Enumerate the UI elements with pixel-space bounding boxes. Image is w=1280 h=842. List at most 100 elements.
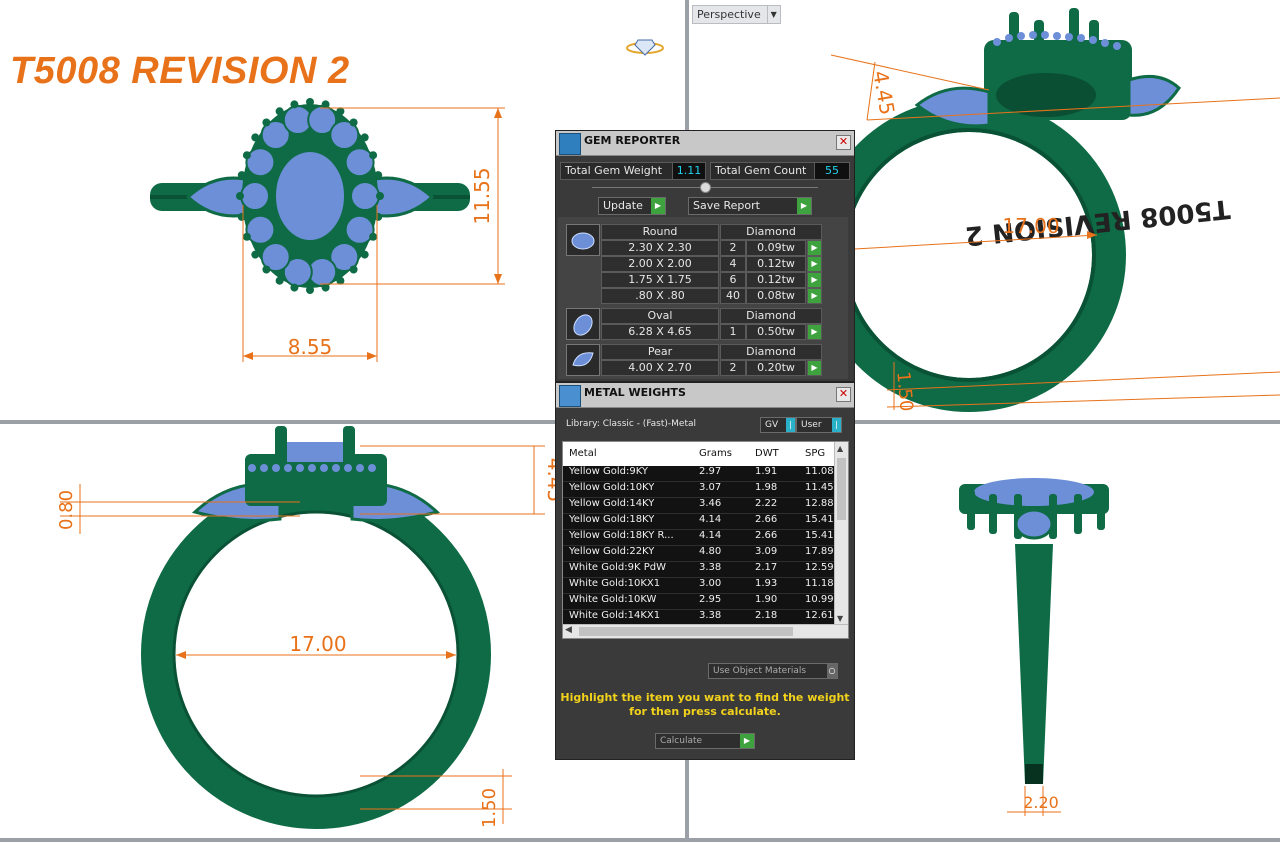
close-icon[interactable]: ✕ <box>836 387 851 402</box>
table-cell: 3.38 <box>699 562 722 573</box>
center-oval-stone <box>272 148 348 244</box>
prong <box>349 265 358 274</box>
table-row[interactable]: Yellow Gold:22KY 4.80 3.09 17.89 <box>563 546 835 562</box>
table-cell: 2.95 <box>699 594 722 605</box>
prong <box>242 232 251 241</box>
table-row[interactable]: Yellow Gold:9KY 2.97 1.91 11.08 <box>563 466 835 482</box>
metal-weights-titlebar[interactable]: METAL WEIGHTS ✕ <box>556 383 854 408</box>
table-cell: Yellow Gold:9KY <box>569 466 648 477</box>
table-row[interactable]: White Gold:10KW 2.95 1.90 10.99 <box>563 594 835 610</box>
column-header[interactable]: Metal <box>569 448 597 459</box>
column-header[interactable]: SPG <box>805 448 825 459</box>
table-header: Metal Grams DWT SPG <box>563 442 835 466</box>
gem-count: 40 <box>720 288 746 304</box>
diamond-ring-icon <box>626 39 664 56</box>
view-mode-dropdown[interactable]: Perspective ▼ <box>692 5 781 24</box>
gv-toggle[interactable]: GV | <box>760 417 796 433</box>
halo-stone <box>344 214 375 245</box>
table-row[interactable]: Yellow Gold:18KY R... 4.14 2.66 15.41 <box>563 530 835 546</box>
gem-count: 4 <box>720 256 746 272</box>
prong <box>275 276 284 285</box>
table-cell: 1.90 <box>755 594 778 605</box>
play-icon[interactable]: ▶ <box>807 272 822 288</box>
viewport-border-bottom <box>0 838 1280 842</box>
scrollbar-thumb[interactable] <box>579 627 793 636</box>
gem-size: .80 X .80 <box>601 288 719 304</box>
play-icon[interactable]: ▶ <box>807 324 822 340</box>
table-cell: 2.66 <box>755 514 778 525</box>
gem-weight: 0.09tw <box>746 240 806 256</box>
update-button[interactable]: Update ▶ <box>598 197 666 215</box>
halo-stone <box>344 147 375 178</box>
gem-size: 4.00 X 2.70 <box>601 360 719 376</box>
metal-weights-title: METAL WEIGHTS <box>584 386 686 399</box>
update-button-label: Update <box>603 199 643 212</box>
play-icon[interactable]: ▶ <box>807 360 822 376</box>
table-row[interactable]: Yellow Gold:18KY 4.14 2.66 15.41 <box>563 514 835 530</box>
table-cell: 3.07 <box>699 482 722 493</box>
play-icon[interactable]: ▶ <box>807 288 822 304</box>
scrollbar-thumb[interactable] <box>837 458 846 520</box>
column-header[interactable]: Grams <box>699 448 732 459</box>
play-icon: ▶ <box>740 734 754 748</box>
table-row[interactable]: White Gold:9K PdW 3.38 2.17 12.59 <box>563 562 835 578</box>
use-object-materials-toggle[interactable]: Use Object Materials ○ <box>708 663 838 679</box>
gem-weight: 0.12tw <box>746 256 806 272</box>
gem-weight: 0.20tw <box>746 360 806 376</box>
save-report-button[interactable]: Save Report ▶ <box>688 197 812 215</box>
gem-size: 6.28 X 4.65 <box>601 324 719 340</box>
prong <box>275 107 284 116</box>
gem-reporter-titlebar[interactable]: GEM REPORTER ✕ <box>556 131 854 156</box>
prong <box>237 212 246 221</box>
play-icon[interactable]: ▶ <box>807 256 822 272</box>
table-cell: 12.88 <box>805 498 834 509</box>
gem-weight: 0.12tw <box>746 272 806 288</box>
table-cell: White Gold:9K PdW <box>569 562 666 573</box>
calculate-button[interactable]: Calculate ▶ <box>655 733 755 749</box>
table-cell: 1.91 <box>755 466 778 477</box>
table-cell: 12.61 <box>805 610 834 621</box>
save-report-button-label: Save Report <box>693 199 760 212</box>
table-cell: 11.08 <box>805 466 834 477</box>
prong <box>236 192 244 200</box>
gem-size: 2.30 X 2.30 <box>601 240 719 256</box>
table-cell: Yellow Gold:18KY R... <box>569 530 674 541</box>
prong <box>369 232 378 241</box>
metal-weights-table[interactable]: Metal Grams DWT SPG Yellow Gold:9KY 2.97 1… <box>562 441 849 639</box>
table-vertical-scrollbar[interactable]: ▲ ▼ <box>834 442 848 625</box>
table-cell: 17.89 <box>805 546 834 557</box>
splitter-handle-icon[interactable] <box>700 182 711 193</box>
table-cell: Yellow Gold:10KY <box>569 482 655 493</box>
table-cell: 12.59 <box>805 562 834 573</box>
prong <box>290 100 299 109</box>
calculate-button-label: Calculate <box>660 736 703 746</box>
table-cell: 3.38 <box>699 610 722 621</box>
gem-shape-header: Round <box>601 224 719 240</box>
chevron-left-icon[interactable]: ◀ <box>565 625 572 635</box>
dim-band-label: 1.50 <box>892 371 916 413</box>
prong <box>374 212 383 221</box>
chevron-up-icon[interactable]: ▲ <box>837 444 843 453</box>
table-row[interactable]: White Gold:10KX1 3.00 1.93 11.18 <box>563 578 835 594</box>
user-toggle[interactable]: User | <box>796 417 842 433</box>
table-row[interactable]: Yellow Gold:14KY 3.46 2.22 12.88 <box>563 498 835 514</box>
dim-inner-label: 17.00 <box>1002 214 1059 238</box>
play-icon[interactable]: ▶ <box>807 240 822 256</box>
prong <box>360 250 369 259</box>
dim-inner-label: 17.00 <box>289 632 346 656</box>
table-horizontal-scrollbar[interactable]: ◀ <box>563 624 848 638</box>
close-icon[interactable]: ✕ <box>836 135 851 150</box>
table-row[interactable]: Yellow Gold:10KY 3.07 1.98 11.45 <box>563 482 835 498</box>
view-mode-label: Perspective <box>697 8 761 21</box>
round-gem-icon <box>566 224 600 256</box>
dim-height-label: 4.45 <box>868 69 899 117</box>
total-gem-count-label: Total Gem Count <box>710 162 816 180</box>
total-gem-weight-value: 1.11 <box>672 162 706 180</box>
chevron-down-icon[interactable]: ▼ <box>837 614 843 623</box>
table-cell: 11.45 <box>805 482 834 493</box>
column-header[interactable]: DWT <box>755 448 779 459</box>
metal-weights-panel: METAL WEIGHTS ✕ Library: Classic - (Fast… <box>555 382 855 760</box>
gem-size: 2.00 X 2.00 <box>601 256 719 272</box>
table-cell: 4.80 <box>699 546 722 557</box>
prong <box>242 151 251 160</box>
